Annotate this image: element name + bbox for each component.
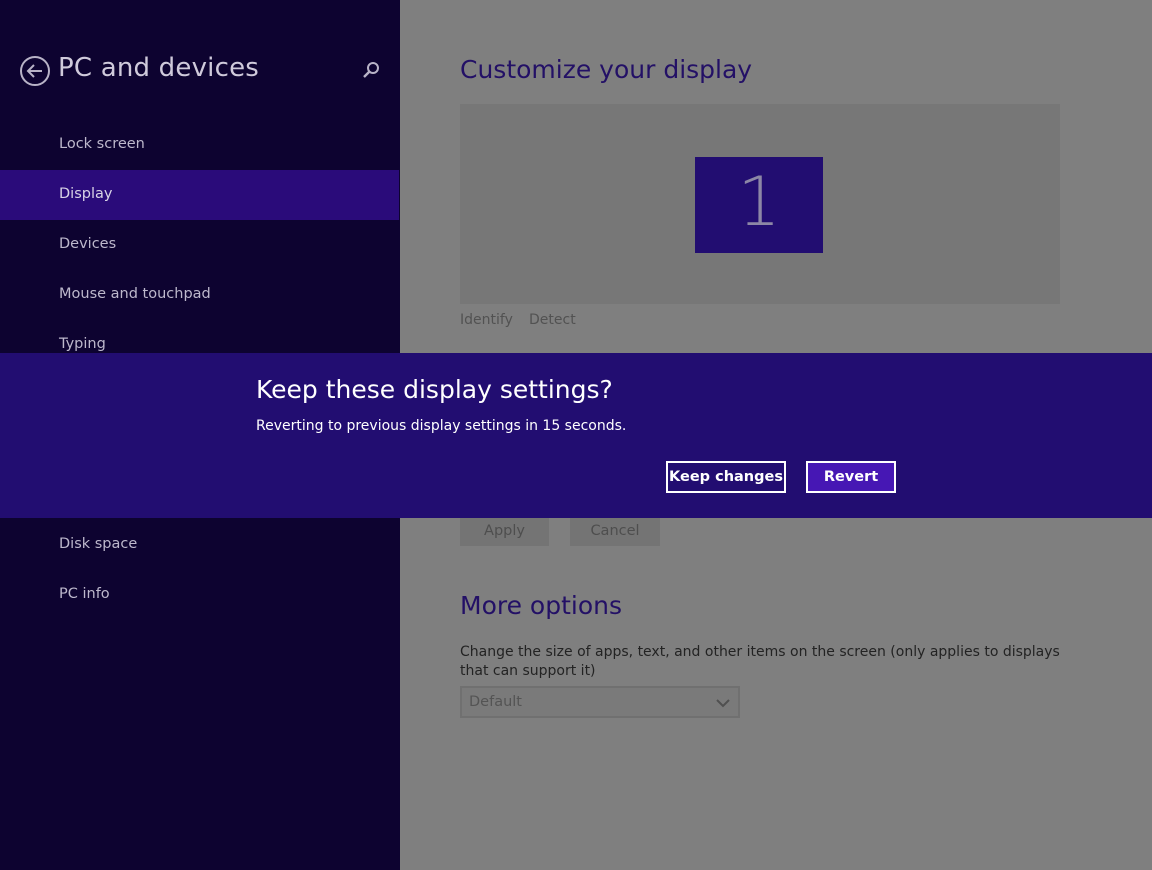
page-title: PC and devices — [58, 53, 260, 83]
apply-button[interactable]: Apply — [460, 516, 549, 546]
identify-link[interactable]: Identify — [460, 312, 513, 328]
sidebar-item-label: Typing — [59, 336, 106, 352]
chevron-down-icon — [716, 699, 730, 708]
sidebar-item-mouse-and-touchpad[interactable]: Mouse and touchpad — [0, 270, 399, 320]
customize-display-heading: Customize your display — [460, 55, 753, 84]
cancel-button[interactable]: Cancel — [570, 516, 660, 546]
sidebar-item-lock-screen[interactable]: Lock screen — [0, 120, 399, 170]
sidebar-item-label: Lock screen — [59, 136, 145, 152]
size-select-value: Default — [469, 694, 522, 710]
sidebar-item-label: Display — [59, 186, 113, 202]
monitor-number: 1 — [737, 163, 781, 242]
sidebar-item-label: Devices — [59, 236, 117, 252]
size-select[interactable]: Default — [460, 686, 740, 718]
sidebar-item-label: Mouse and touchpad — [59, 286, 211, 302]
revert-button[interactable]: Revert — [806, 461, 896, 493]
size-description: Change the size of apps, text, and other… — [460, 644, 1060, 679]
monitor-tile-1[interactable]: 1 — [695, 157, 823, 253]
sidebar-item-label: PC info — [59, 586, 110, 602]
dialog-message: Reverting to previous display settings i… — [256, 418, 627, 434]
sidebar-item-devices[interactable]: Devices — [0, 220, 399, 270]
sidebar-item-pc-info[interactable]: PC info — [0, 570, 399, 620]
detect-link[interactable]: Detect — [529, 312, 576, 328]
back-arrow-icon — [26, 64, 42, 78]
sidebar-item-disk-space[interactable]: Disk space — [0, 520, 399, 570]
sidebar-item-label: Disk space — [59, 536, 138, 552]
more-options-heading: More options — [460, 591, 622, 620]
dialog-title: Keep these display settings? — [256, 375, 613, 404]
back-button[interactable] — [20, 56, 50, 86]
monitor-arrangement-area: 1 — [460, 104, 1060, 304]
keep-settings-dialog: Keep these display settings? Reverting t… — [0, 353, 1152, 518]
keep-changes-button[interactable]: Keep changes — [666, 461, 786, 493]
sidebar-item-display[interactable]: Display — [0, 170, 399, 220]
search-icon[interactable] — [361, 60, 381, 80]
